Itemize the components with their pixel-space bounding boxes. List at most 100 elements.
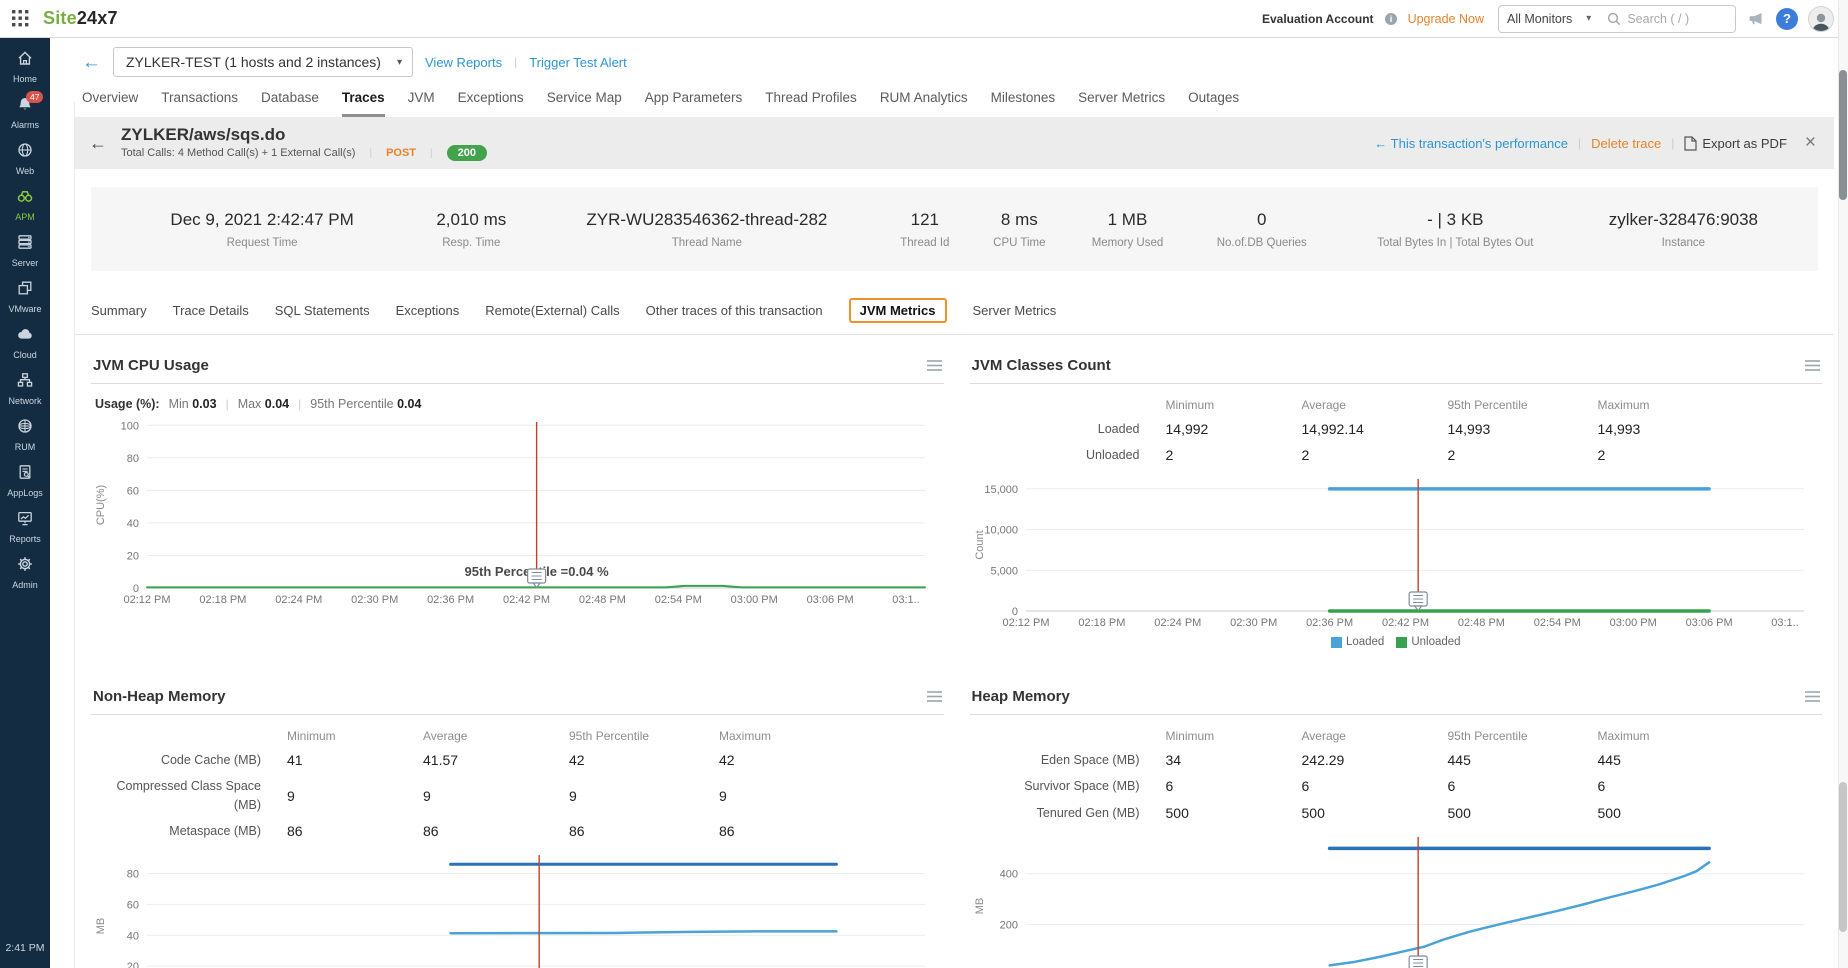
sidebar-item-rum[interactable]: RUM — [0, 412, 50, 458]
close-icon[interactable]: × — [1805, 132, 1816, 154]
metric-value: 2 — [1166, 443, 1302, 467]
info-icon[interactable]: i — [1384, 12, 1398, 26]
svg-text:60: 60 — [127, 485, 139, 497]
tab-overview[interactable]: Overview — [82, 90, 138, 117]
metric-row: Code Cache (MB)4141.574242 — [91, 747, 944, 773]
panel-menu-icon[interactable] — [1805, 360, 1820, 371]
metric-value: 242.29 — [1302, 748, 1448, 772]
subtab-server-metrics[interactable]: Server Metrics — [973, 303, 1057, 318]
subtab-summary[interactable]: Summary — [91, 303, 147, 318]
subtab-jvm-metrics[interactable]: JVM Metrics — [849, 298, 947, 323]
svg-text:MB: MB — [974, 897, 986, 914]
jvm-cpu-usage-chart[interactable]: 02040608010002:12 PM02:18 PM02:24 PM02:3… — [91, 415, 941, 607]
scrollbar-thumb-secondary[interactable] — [1839, 782, 1847, 932]
sidebar-item-apm[interactable]: APM — [0, 182, 50, 228]
user-avatar[interactable] — [1808, 6, 1834, 32]
tab-rum-analytics[interactable]: RUM Analytics — [880, 90, 968, 117]
tab-thread-profiles[interactable]: Thread Profiles — [765, 90, 857, 117]
announcements-icon[interactable] — [1746, 9, 1766, 29]
subtab-exceptions[interactable]: Exceptions — [396, 303, 460, 318]
trigger-test-alert-link[interactable]: Trigger Test Alert — [529, 55, 627, 70]
view-reports-link[interactable]: View Reports — [425, 55, 502, 70]
tab-traces[interactable]: Traces — [342, 90, 385, 117]
panel-menu-icon[interactable] — [927, 360, 942, 371]
sidebar-item-reports[interactable]: Reports — [0, 504, 50, 550]
sidebar-item-server[interactable]: Server — [0, 228, 50, 274]
panel-menu-icon[interactable] — [1805, 691, 1820, 702]
svg-text:03:1..: 03:1.. — [1771, 617, 1799, 629]
tab-database[interactable]: Database — [261, 90, 319, 117]
jvm-classes-count-chart[interactable]: 05,00010,00015,00002:12 PM02:18 PM02:24 … — [970, 472, 1820, 630]
subtab-trace-details[interactable]: Trace Details — [173, 303, 249, 318]
help-icon[interactable]: ? — [1776, 8, 1798, 30]
tab-service-map[interactable]: Service Map — [547, 90, 622, 117]
non-heap-memory-chart[interactable]: 2040608002:12 P..02:18 PM02:24 PM02:30 P… — [91, 848, 941, 968]
metric-value: 500 — [1448, 801, 1598, 825]
legend-item[interactable]: Unloaded — [1396, 636, 1460, 648]
status-badge: 200 — [447, 145, 487, 161]
sidebar-item-network[interactable]: Network — [0, 366, 50, 412]
tab-app-parameters[interactable]: App Parameters — [645, 90, 743, 117]
sidebar-item-cloud[interactable]: Cloud — [0, 320, 50, 366]
svg-text:03:06 PM: 03:06 PM — [1685, 617, 1732, 629]
search-input[interactable] — [1627, 12, 1727, 26]
scrollbar[interactable] — [1838, 0, 1848, 968]
content-divider — [74, 102, 75, 968]
http-method: POST — [386, 147, 416, 159]
scrollbar-thumb[interactable] — [1839, 70, 1847, 200]
delete-trace-link[interactable]: Delete trace — [1591, 136, 1661, 151]
stat-thread-id: 121Thread Id — [878, 210, 971, 249]
trace-stats-bar: Dec 9, 2021 2:42:47 PMRequest Time2,010 … — [91, 187, 1818, 271]
svg-text:40: 40 — [127, 518, 139, 530]
rum-icon — [16, 417, 34, 440]
subtab-sql-statements[interactable]: SQL Statements — [275, 303, 370, 318]
tab-transactions[interactable]: Transactions — [161, 90, 238, 117]
export-pdf-button[interactable]: Export as PDF — [1684, 136, 1787, 151]
panel-menu-icon[interactable] — [927, 691, 942, 702]
site24x7-logo[interactable]: Site24x7 — [43, 8, 118, 29]
panel-title: Non-Heap Memory — [93, 688, 226, 705]
vmware-icon — [16, 279, 34, 302]
tab-exceptions[interactable]: Exceptions — [458, 90, 524, 117]
app-grid-icon[interactable] — [12, 10, 29, 27]
svg-text:02:54 PM: 02:54 PM — [1533, 617, 1580, 629]
svg-text:15,000: 15,000 — [984, 484, 1018, 496]
subtab-other-traces-of-this-transaction[interactable]: Other traces of this transaction — [646, 303, 823, 318]
transaction-performance-link[interactable]: ← This transaction's performance — [1374, 136, 1568, 151]
sidebar-item-web[interactable]: Web — [0, 136, 50, 182]
trace-back-arrow-icon[interactable]: ← — [89, 133, 107, 154]
search-icon — [1607, 12, 1621, 26]
panel-non-heap-memory: Non-Heap Memory MinimumAverage95th Perce… — [91, 678, 944, 968]
subtab-remote-external-calls[interactable]: Remote(External) Calls — [485, 303, 619, 318]
sidebar-item-vmware[interactable]: VMware — [0, 274, 50, 320]
svg-text:MB: MB — [95, 918, 107, 935]
heap-memory-chart[interactable]: 020040002:12 PM02:18 PM02:24 PM02:30 PM0… — [970, 830, 1820, 968]
tab-server-metrics[interactable]: Server Metrics — [1078, 90, 1165, 117]
classes-count-table: MinimumAverage95th PercentileMaximumLoad… — [970, 394, 1823, 468]
divider: | — [1578, 136, 1581, 150]
back-arrow-icon[interactable]: ← — [82, 53, 101, 72]
sidebar-item-home[interactable]: Home — [0, 44, 50, 90]
svg-text:Count: Count — [974, 531, 986, 560]
tab-milestones[interactable]: Milestones — [991, 90, 1056, 117]
svg-text:03:00 PM: 03:00 PM — [1609, 617, 1656, 629]
svg-text:02:30 PM: 02:30 PM — [1230, 617, 1277, 629]
sidebar-item-alarms[interactable]: Alarms47 — [0, 90, 50, 136]
sidebar-item-admin[interactable]: Admin — [0, 550, 50, 596]
metric-row: Compressed Class Space (MB)9999 — [91, 773, 944, 817]
metric-value: 42 — [569, 748, 719, 772]
monitor-select[interactable]: ZYLKER-TEST (1 hosts and 2 instances) ▾ — [113, 47, 413, 77]
sidebar-items: HomeAlarms47WebAPMServerVMwareCloudNetwo… — [0, 38, 50, 596]
cpu-usage-stats: Usage (%):Min 0.03|Max 0.04|95th Percent… — [95, 397, 944, 411]
sidebar-item-applogs[interactable]: AppLogs — [0, 458, 50, 504]
metric-value: 9 — [287, 784, 423, 808]
column-header: Minimum — [1166, 394, 1302, 416]
upgrade-now-link[interactable]: Upgrade Now — [1408, 12, 1484, 26]
column-header: Maximum — [1598, 394, 1734, 416]
monitor-filter-select[interactable]: All Monitors▾ — [1507, 12, 1591, 26]
tab-jvm[interactable]: JVM — [408, 90, 435, 117]
metric-value: 14,992 — [1166, 417, 1302, 441]
non-heap-table: MinimumAverage95th PercentileMaximumCode… — [91, 725, 944, 844]
tab-outages[interactable]: Outages — [1188, 90, 1239, 117]
legend-item[interactable]: Loaded — [1331, 636, 1384, 648]
